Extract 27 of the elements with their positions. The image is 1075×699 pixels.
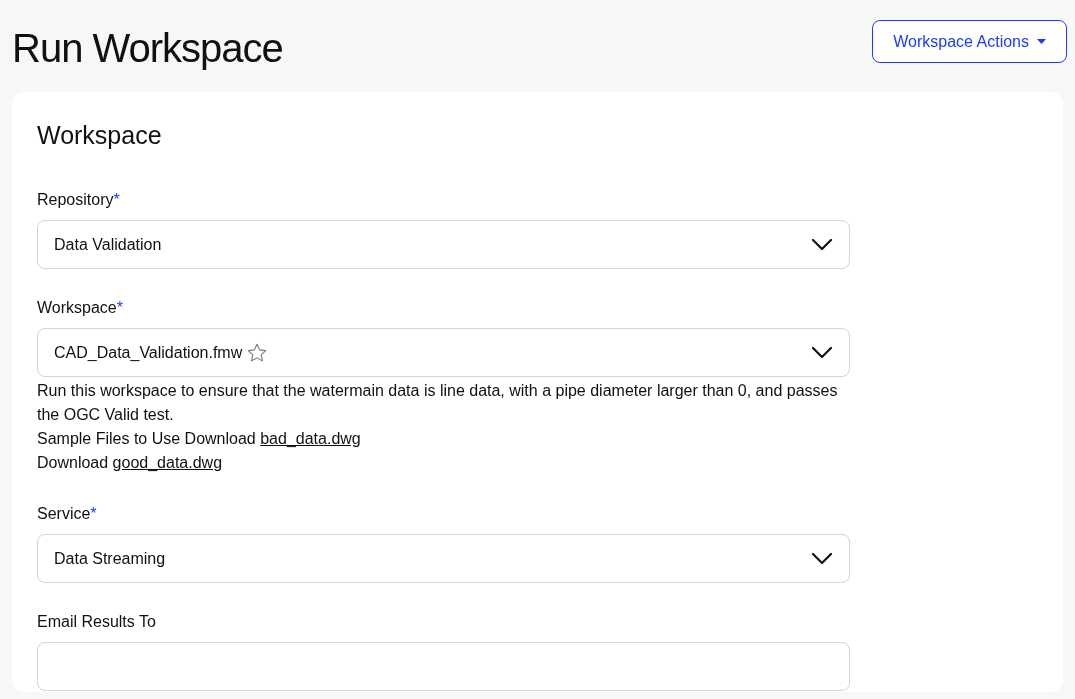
required-mark: * — [116, 298, 123, 318]
select-field[interactable]: Data Streaming — [37, 534, 850, 583]
chevron-down-icon — [811, 345, 833, 360]
description-text: Run this workspace to ensure that the watermain data is line data, with a pipe diameter larger than 0, and passes the OGC Valid test. — [37, 381, 839, 425]
download-line: Download good_data.dwg — [37, 453, 224, 473]
star-icon[interactable] — [246, 341, 269, 364]
field-label: Email Results To — [37, 612, 156, 632]
select-value: Data Streaming — [54, 548, 166, 569]
input-field[interactable] — [37, 642, 850, 691]
field-label: Repository — [37, 190, 114, 210]
required-mark: * — [113, 190, 120, 210]
field-label: Service — [37, 504, 91, 524]
select-field[interactable]: CAD_Data_Validation.fmw — [37, 328, 850, 377]
card-heading: Workspace — [37, 120, 163, 150]
select-value: CAD_Data_Validation.fmw — [54, 342, 243, 363]
chevron-down-icon — [811, 237, 833, 252]
chevron-down-icon — [811, 551, 833, 566]
select-value: Data Validation — [54, 234, 162, 255]
select-field[interactable]: Data Validation — [37, 220, 850, 269]
page-title: Run Workspace — [12, 25, 283, 72]
download-line: Sample Files to Use Download bad_data.dwg — [37, 429, 362, 449]
workspace-actions-button[interactable]: Workspace Actions — [872, 20, 1067, 63]
required-mark: * — [90, 504, 97, 524]
file-link[interactable]: bad_data.dwg — [260, 430, 361, 447]
file-link[interactable]: good_data.dwg — [112, 454, 223, 471]
caret-icon — [1037, 39, 1046, 44]
field-label: Workspace — [37, 298, 117, 318]
